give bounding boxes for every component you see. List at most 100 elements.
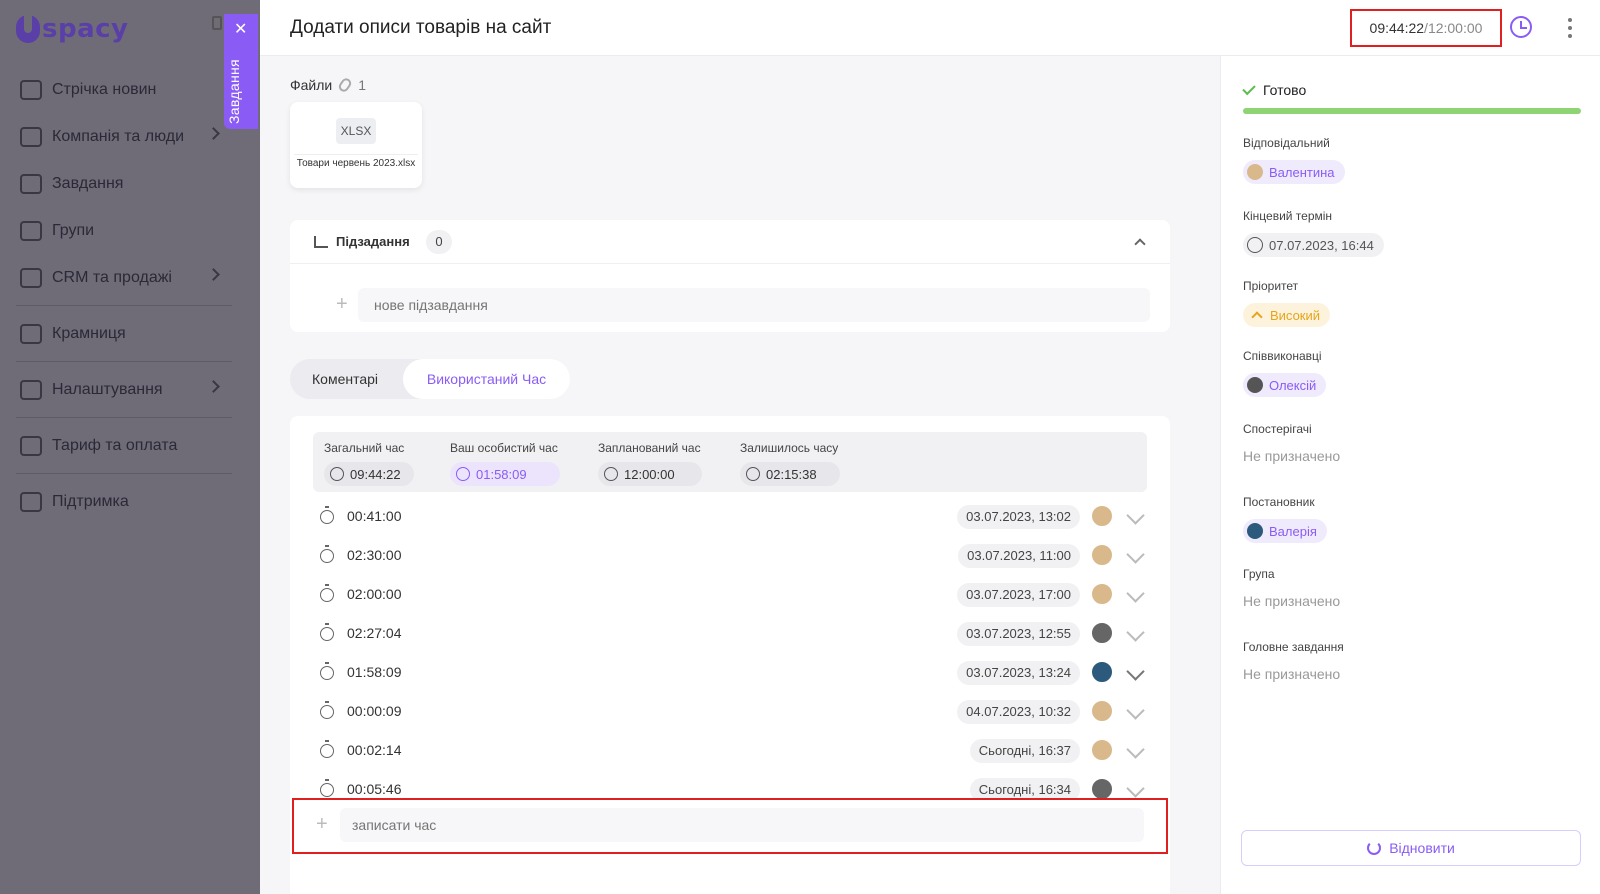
restore-button[interactable]: Відновити [1241,830,1581,866]
stat-remaining: Залишилось часу 02:15:38 [740,441,840,486]
edit-pencil-icon[interactable] [1126,740,1145,759]
sidebar-item-label: Тариф та оплата [52,436,178,454]
file-card[interactable]: XLSX Товари червень 2023.xlsx [290,102,422,188]
new-subtask-input[interactable] [358,288,1150,322]
field-responsible: Відповідальний Валентина [1243,136,1345,185]
sidebar-item-groups[interactable]: Групи [10,207,232,254]
sidebar-item-store[interactable]: Крамниця [10,310,232,357]
database-icon [20,267,42,288]
edit-pencil-icon[interactable] [1126,779,1145,798]
tab-comments[interactable]: Коментарі [312,359,378,399]
check-icon [1242,81,1256,95]
entry-date: 03.07.2023, 12:55 [957,622,1080,646]
edit-pencil-icon[interactable] [1126,701,1145,720]
subtasks-header[interactable]: Підзадання 0 [290,220,1170,264]
entry-date: 03.07.2023, 17:00 [957,583,1080,607]
chevron-up-icon [1251,311,1263,323]
building-icon [20,126,42,147]
assigner-chip[interactable]: Валерія [1243,519,1327,543]
time-entry-row: 02:27:04 03.07.2023, 12:55 [320,619,1150,649]
edit-pencil-icon[interactable] [1126,623,1145,642]
deadline-chip[interactable]: 07.07.2023, 16:44 [1243,233,1384,257]
stopwatch-icon [320,740,334,758]
avatar [1247,377,1263,393]
time-entry-row: 00:41:00 03.07.2023, 13:02 [320,502,1150,532]
sidebar-item-label: Компанія та люди [52,127,185,145]
paperclip-icon [337,76,354,94]
time-entry-row: 00:00:09 04.07.2023, 10:32 [320,697,1150,727]
edit-pencil-icon[interactable] [1126,506,1145,525]
tab-time-used[interactable]: Використаний Час [403,359,570,399]
sidebar-item-tasks[interactable]: Завдання [10,160,232,207]
field-label: Пріоритет [1243,279,1299,293]
clock-icon [320,584,334,602]
entry-duration: 00:41:00 [347,508,402,524]
subtask-icon [314,236,328,248]
files-header: Файли 1 [290,76,366,94]
sidebar-item-settings[interactable]: Налаштування [10,366,232,413]
stat-planned: Запланований час 12:00:00 [598,441,702,486]
uspacy-logo[interactable]: spacy [16,12,136,46]
stat-value: 01:58:09 [450,462,560,486]
sidebar-item-crm[interactable]: CRM та продажі [10,254,232,301]
edit-pencil-icon[interactable] [1126,584,1145,603]
sidebar-item-label: Групи [52,221,95,239]
stat-value-text: 01:58:09 [476,466,527,482]
field-group: Група Не призначено [1243,567,1340,609]
sidebar: spacy Стрічка новин Компанія та люди Зав… [0,0,260,894]
entry-duration: 00:00:09 [347,703,402,719]
sidebar-item-billing[interactable]: Тариф та оплата [10,422,232,469]
entry-duration: 02:30:00 [347,547,402,563]
entry-date: Сьогодні, 16:37 [969,739,1080,763]
field-label: Постановник [1243,495,1315,509]
parent-task-value[interactable]: Не призначено [1243,666,1344,682]
field-label: Кінцевий термін [1243,209,1333,223]
stopwatch-icon [320,506,334,524]
help-icon [20,491,42,512]
sidebar-item-news[interactable]: Стрічка новин [10,66,232,113]
entry-duration: 01:58:09 [347,664,402,680]
priority-chip[interactable]: Високий [1243,303,1331,327]
start-timer-icon[interactable] [1510,16,1532,38]
status[interactable]: Готово [1242,81,1306,98]
clock-icon [1247,237,1263,253]
field-label: Спостерігачі [1243,422,1312,436]
chevron-up-icon[interactable] [1134,238,1146,250]
clock-icon [330,467,344,481]
observers-value[interactable]: Не призначено [1243,448,1340,464]
entry-duration: 00:02:14 [347,742,402,758]
stat-value-text: 09:44:22 [350,466,401,482]
field-parent-task: Головне завдання Не призначено [1243,640,1344,682]
responsible-chip[interactable]: Валентина [1243,160,1345,184]
sidebar-item-label: CRM та продажі [52,268,172,286]
stat-value: 02:15:38 [740,462,840,486]
more-options-icon[interactable] [1568,18,1572,38]
chevron-right-icon [207,127,220,140]
divider [16,473,232,474]
stat-value: 12:00:00 [598,462,702,486]
stat-label: Ваш особистий час [450,441,558,455]
edit-pencil-icon[interactable] [1126,545,1145,564]
timer-planned: 12:00:00 [1427,20,1483,36]
pie-clock-icon [456,467,470,481]
avatar [1247,164,1263,180]
stat-label: Залишилось часу [740,441,839,455]
time-entry-row: 00:02:14 Сьогодні, 16:37 [320,736,1150,766]
subtasks-section: Підзадання 0 + [290,220,1170,332]
divider [16,361,232,362]
avatar [1090,582,1114,606]
field-label: Співвиконавці [1243,349,1322,363]
sidebar-item-support[interactable]: Підтримка [10,478,232,525]
chip-text: 07.07.2023, 16:44 [1269,237,1374,253]
pin-icon[interactable] [212,16,222,30]
group-value[interactable]: Не призначено [1243,593,1340,609]
sidebar-item-company[interactable]: Компанія та люди [10,113,232,160]
file-name: Товари червень 2023.xlsx [294,154,418,169]
log-time-input[interactable] [340,808,1144,842]
tasks-drawer-tab[interactable]: ✕ Завдання [224,14,258,129]
edit-pencil-icon[interactable] [1126,662,1145,681]
time-entry-row: 02:00:00 03.07.2023, 17:00 [320,580,1150,610]
progress-bar [1243,108,1581,114]
refresh-icon [1367,841,1382,855]
coexecutor-chip[interactable]: Олексій [1243,373,1327,397]
